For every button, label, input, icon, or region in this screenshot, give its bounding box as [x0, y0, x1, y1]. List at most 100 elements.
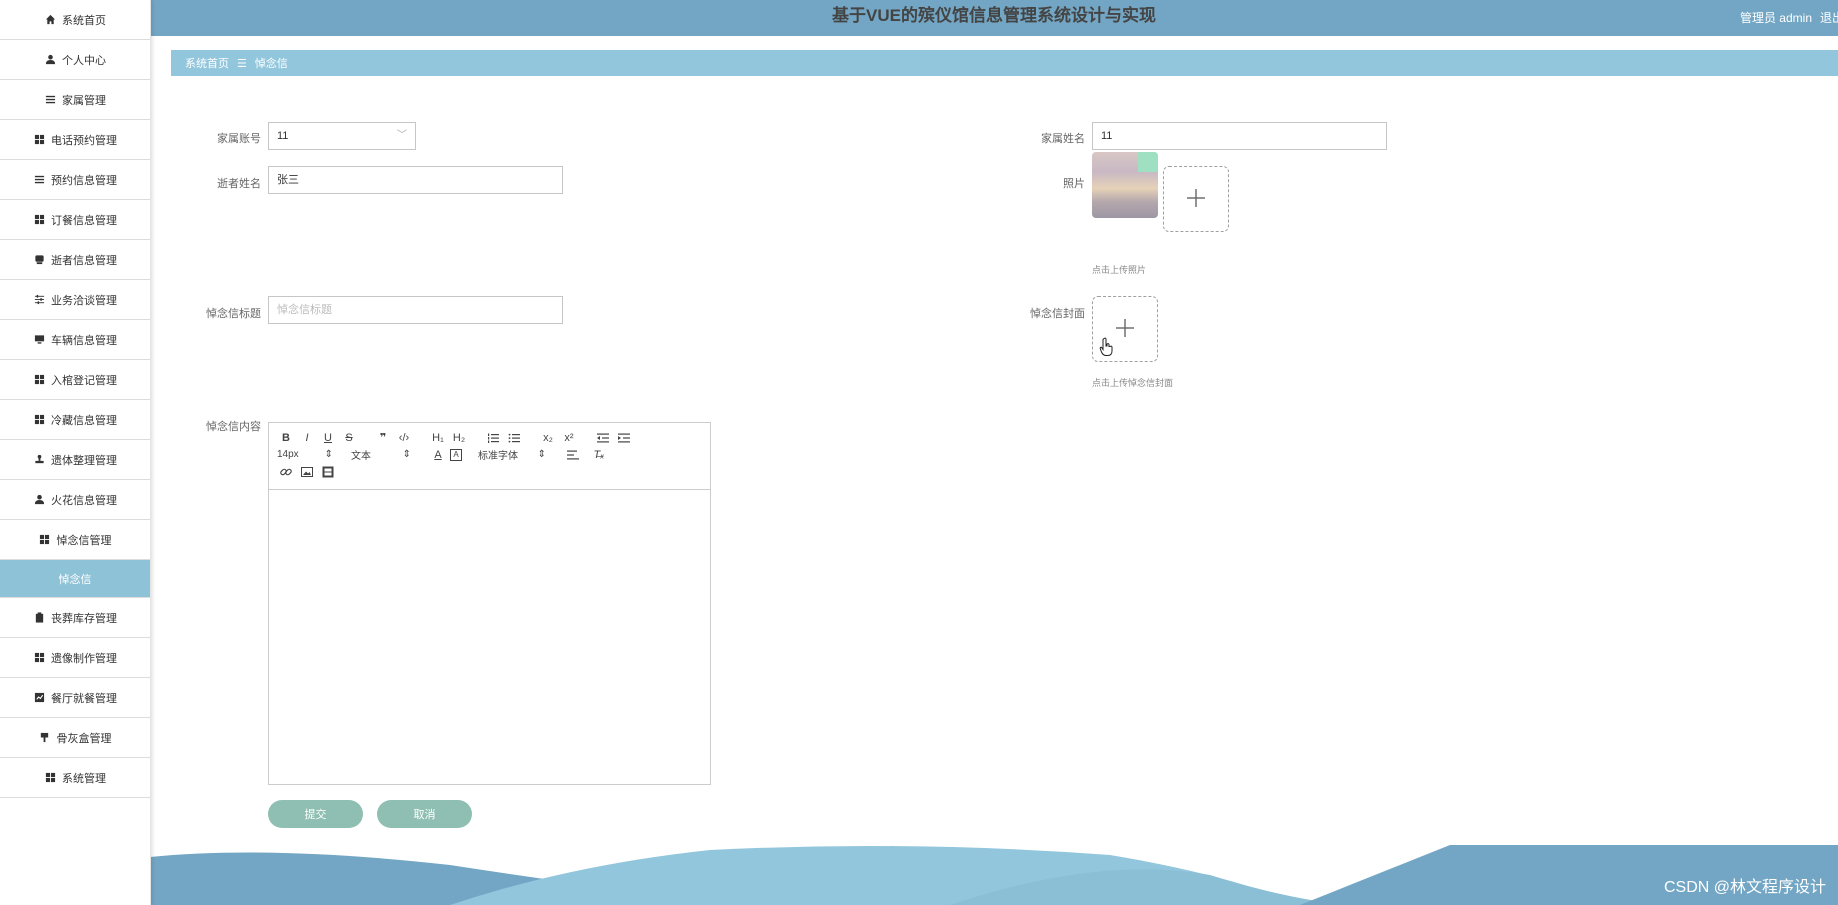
sidebar-subitem-memorial-letter[interactable]: 悼念信 — [0, 560, 150, 598]
photo-thumbnail[interactable] — [1092, 152, 1158, 218]
sidebar-item-meal-order[interactable]: 订餐信息管理 — [0, 200, 150, 240]
chart-icon — [33, 692, 45, 704]
bullet-list-icon[interactable] — [505, 430, 523, 446]
sidebar-item-label: 电话预约管理 — [51, 134, 117, 147]
sidebar-item-vehicle[interactable]: 车辆信息管理 — [0, 320, 150, 360]
image-icon[interactable] — [298, 464, 316, 480]
stamp-icon — [33, 454, 45, 466]
heading2-icon[interactable]: H₂ — [450, 430, 468, 446]
pin-icon — [39, 732, 51, 744]
deceased-name-field[interactable]: 张三 — [268, 166, 563, 194]
ordered-list-icon[interactable] — [484, 430, 502, 446]
list-icon — [33, 174, 45, 186]
sidebar-item-body-care[interactable]: 遗体整理管理 — [0, 440, 150, 480]
sidebar-item-label: 丧葬库存管理 — [51, 612, 117, 625]
sidebar-item-label: 系统管理 — [62, 772, 106, 785]
indent-icon[interactable] — [615, 430, 633, 446]
sidebar-item-urn[interactable]: 骨灰盒管理 — [0, 718, 150, 758]
box-icon — [33, 254, 45, 266]
font-family-value: 标准字体 — [478, 451, 518, 462]
breadcrumb-separator-icon: ☰ — [237, 57, 247, 70]
sidebar-item-deceased[interactable]: 逝者信息管理 — [0, 240, 150, 280]
sidebar-item-label: 预约信息管理 — [51, 174, 117, 187]
plus-icon — [1114, 317, 1136, 342]
background-color-icon[interactable]: A — [450, 448, 462, 461]
sidebar-item-coffin[interactable]: 入棺登记管理 — [0, 360, 150, 400]
sidebar-item-label: 遗体整理管理 — [51, 454, 117, 467]
photo-label: 照片 — [1063, 178, 1085, 190]
sidebar-item-label: 入棺登记管理 — [51, 374, 117, 387]
sidebar-item-home[interactable]: 系统首页 — [0, 0, 150, 40]
editor-toolbar: B I U S ❞ ‹/› H₁ H₂ x₂ x² 14px ⇕ 文本 ⇕ A … — [269, 423, 710, 490]
align-icon[interactable] — [564, 447, 582, 463]
home-icon — [44, 14, 56, 26]
sidebar-item-family[interactable]: 家属管理 — [0, 80, 150, 120]
submit-button[interactable]: 提交 — [268, 800, 363, 828]
sidebar-item-portrait[interactable]: 遗像制作管理 — [0, 638, 150, 678]
sidebar-item-label: 骨灰盒管理 — [56, 732, 112, 745]
strikethrough-icon[interactable]: S — [340, 430, 358, 446]
font-size-select[interactable]: 14px ⇕ — [277, 449, 333, 460]
editor-content-area[interactable] — [269, 490, 710, 784]
letter-title-input[interactable]: 悼念信标题 — [268, 296, 563, 324]
grid-icon — [33, 134, 45, 146]
user-label: 管理员 admin — [1739, 11, 1812, 25]
photo-hint: 点击上传照片 — [1092, 265, 1147, 275]
family-account-select[interactable]: 11 ﹀ — [268, 122, 416, 150]
video-icon[interactable] — [319, 464, 337, 480]
family-name-field[interactable]: 11 — [1092, 122, 1387, 150]
heading1-icon[interactable]: H₁ — [429, 430, 447, 446]
sidebar: 系统首页 个人中心 家属管理 电话预约管理 预约信息管理 订餐信息管理 逝者信息… — [0, 0, 151, 905]
sidebar-item-system[interactable]: 系统管理 — [0, 758, 150, 798]
breadcrumb-home[interactable]: 系统首页 — [185, 55, 229, 71]
sidebar-item-label: 火花信息管理 — [51, 494, 117, 507]
sidebar-item-inventory[interactable]: 丧葬库存管理 — [0, 598, 150, 638]
subscript-icon[interactable]: x₂ — [539, 430, 557, 446]
sidebar-item-phone-booking[interactable]: 电话预约管理 — [0, 120, 150, 160]
sidebar-item-cremation[interactable]: 火花信息管理 — [0, 480, 150, 520]
font-family-select[interactable]: 标准字体 ⇕ — [478, 447, 546, 462]
code-icon[interactable]: ‹/› — [395, 430, 413, 446]
cover-hint: 点击上传悼念信封面 — [1092, 378, 1174, 388]
sidebar-item-label: 系统首页 — [62, 14, 106, 27]
logout-link[interactable]: 退出 — [1820, 9, 1838, 26]
sidebar-item-memorial[interactable]: 悼念信管理 — [0, 520, 150, 560]
sidebar-subitem-label: 悼念信 — [58, 573, 92, 586]
sidebar-item-cold-storage[interactable]: 冷藏信息管理 — [0, 400, 150, 440]
letter-title-label: 悼念信标题 — [206, 308, 261, 320]
photo-upload-button[interactable] — [1163, 166, 1229, 232]
clipboard-icon — [33, 612, 45, 624]
list-icon — [44, 94, 56, 106]
sidebar-item-label: 个人中心 — [62, 54, 106, 67]
underline-icon[interactable]: U — [319, 430, 337, 446]
bold-icon[interactable]: B — [277, 430, 295, 446]
footer-wave — [150, 845, 1838, 905]
grid-icon — [44, 772, 56, 784]
updown-icon: ⇕ — [537, 449, 546, 460]
text-style-value: 文本 — [351, 451, 371, 462]
blockquote-icon[interactable]: ❞ — [374, 430, 392, 446]
font-color-icon[interactable]: A — [429, 447, 447, 463]
italic-icon[interactable]: I — [298, 430, 316, 446]
sidebar-item-booking-info[interactable]: 预约信息管理 — [0, 160, 150, 200]
plus-icon — [1185, 187, 1207, 212]
user-icon — [33, 494, 45, 506]
sidebar-item-label: 家属管理 — [62, 94, 106, 107]
sidebar-item-dining[interactable]: 餐厅就餐管理 — [0, 678, 150, 718]
family-name-label: 家属姓名 — [1041, 133, 1085, 145]
text-style-select[interactable]: 文本 ⇕ — [351, 447, 411, 462]
deceased-name-label: 逝者姓名 — [217, 178, 261, 190]
clear-format-icon[interactable]: T̶ₓ — [590, 447, 608, 463]
link-icon[interactable] — [277, 464, 295, 480]
outdent-icon[interactable] — [594, 430, 612, 446]
cancel-button[interactable]: 取消 — [377, 800, 472, 828]
sidebar-item-label: 逝者信息管理 — [51, 254, 117, 267]
sidebar-item-business[interactable]: 业务洽谈管理 — [0, 280, 150, 320]
grid-icon — [39, 534, 51, 546]
breadcrumb: 系统首页 ☰ 悼念信 — [171, 50, 1838, 76]
sidebar-item-profile[interactable]: 个人中心 — [0, 40, 150, 80]
top-bar: 基于VUE的殡仪馆信息管理系统设计与实现 管理员 admin 退出 — [150, 0, 1838, 36]
superscript-icon[interactable]: x² — [560, 430, 578, 446]
breadcrumb-current: 悼念信 — [254, 58, 288, 70]
sidebar-item-label: 车辆信息管理 — [51, 334, 117, 347]
